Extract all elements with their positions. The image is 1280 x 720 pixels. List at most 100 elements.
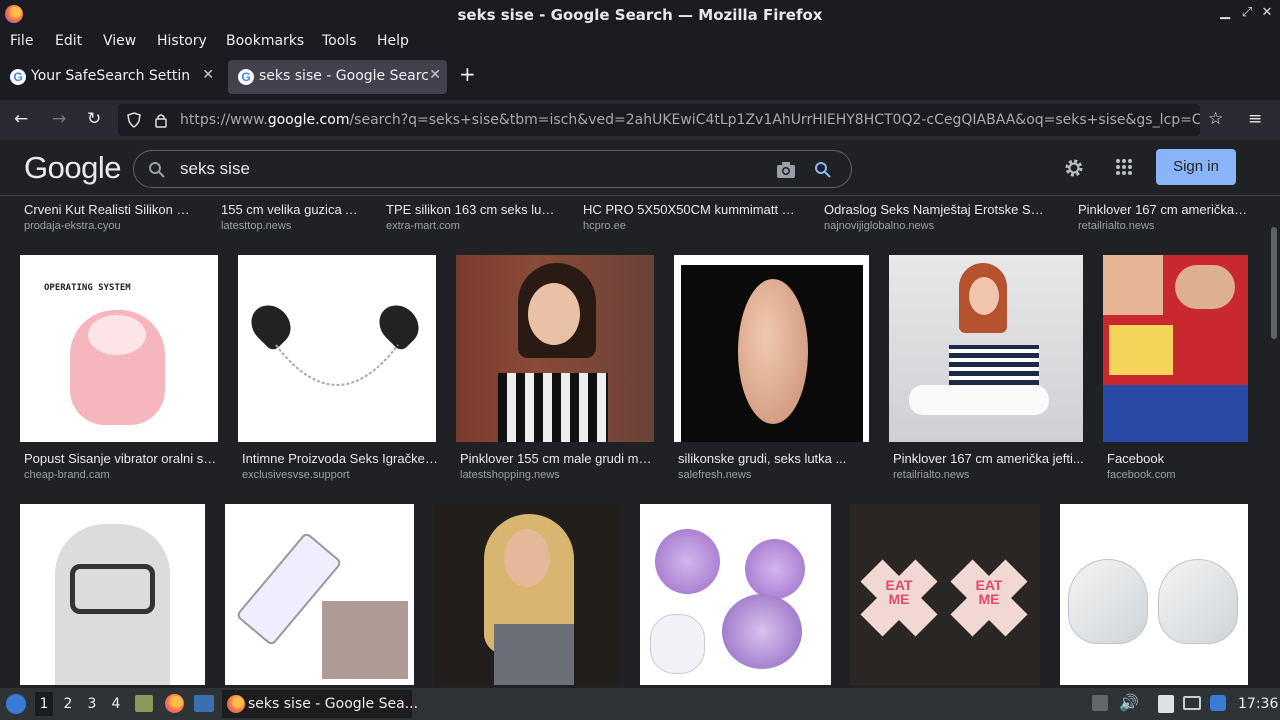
search-box[interactable] — [133, 150, 852, 188]
settings-gear-icon[interactable] — [1062, 156, 1086, 180]
cover-photo — [1175, 265, 1235, 309]
result-caption[interactable]: Crveni Kut Realisti Silikon Se... prodaja… — [24, 202, 194, 232]
result-image[interactable] — [889, 255, 1083, 442]
clock: 17:36 — [1238, 696, 1279, 712]
inset-photo — [320, 599, 410, 681]
taskbar-firefox-task[interactable]: seks sise - Google Sea... — [222, 690, 418, 718]
menu-edit[interactable]: Edit — [55, 33, 82, 49]
result-image[interactable] — [1103, 255, 1248, 442]
menu-history[interactable]: History — [157, 33, 207, 49]
photo-face — [504, 529, 550, 587]
apps-grid-icon[interactable] — [1115, 158, 1133, 176]
workspace-2[interactable]: 2 — [59, 696, 77, 712]
task-label: seks sise - Google Sea... — [248, 696, 419, 712]
close-window-icon[interactable]: ✕ — [1258, 5, 1276, 20]
maximize-icon[interactable]: ⤢ — [1238, 5, 1256, 20]
google-favicon-icon: G — [10, 69, 26, 85]
search-input[interactable] — [180, 157, 740, 181]
minimize-icon[interactable]: ▁ — [1216, 5, 1234, 20]
close-tab-icon[interactable]: ✕ — [202, 67, 214, 83]
photo-object — [738, 279, 808, 424]
menu-tools[interactable]: Tools — [322, 33, 357, 49]
photo-face — [969, 277, 999, 315]
file-manager-icon[interactable] — [135, 695, 153, 712]
menu-bookmarks[interactable]: Bookmarks — [226, 33, 304, 49]
volume-icon[interactable]: 🔊 — [1119, 693, 1139, 712]
display-icon[interactable] — [1183, 696, 1201, 710]
cup-shape — [655, 529, 720, 594]
navigation-bar: ← → ↻ https://www.google.com/search?q=se… — [0, 100, 1280, 140]
cover-strip — [1103, 385, 1248, 442]
result-caption[interactable]: Pinklover 155 cm male grudi mal... latest… — [460, 451, 656, 481]
result-caption[interactable]: HC PRO 5X50X50CM kummimatt sis... hcpro.e… — [583, 202, 798, 232]
result-caption[interactable]: Popust Sisanje vibrator oralni se... chea… — [24, 451, 220, 481]
result-image[interactable] — [674, 255, 869, 442]
result-caption[interactable]: Pinklover 167 cm američka jefti... retail… — [893, 451, 1085, 481]
result-image[interactable] — [434, 504, 620, 685]
result-image[interactable] — [640, 504, 831, 685]
image-label: EAT ME — [975, 577, 1003, 607]
camera-icon[interactable] — [776, 161, 796, 179]
device-face — [88, 315, 146, 355]
update-icon[interactable] — [1210, 695, 1226, 711]
menu-file[interactable]: File — [10, 33, 33, 49]
clipboard-icon[interactable] — [1158, 695, 1174, 713]
scrollbar-thumb[interactable] — [1271, 227, 1277, 339]
tab-bar: G Your SafeSearch Setting ✕ G seks sise … — [0, 54, 1280, 100]
reload-icon[interactable]: ↻ — [87, 109, 101, 129]
search-submit-icon[interactable] — [814, 161, 832, 179]
forward-icon[interactable]: → — [52, 109, 66, 129]
result-caption[interactable]: 155 cm velika guzica A... latesttop.news — [221, 202, 361, 232]
result-caption[interactable]: Facebook facebook.com — [1107, 451, 1250, 481]
menu-help[interactable]: Help — [377, 33, 409, 49]
bookmark-star-icon[interactable]: ☆ — [1208, 109, 1223, 129]
result-image[interactable] — [456, 255, 654, 442]
cover-box — [1109, 325, 1173, 375]
shield-icon[interactable] — [126, 112, 142, 128]
workspace-1[interactable]: 1 — [35, 692, 53, 716]
google-logo[interactable]: Google — [24, 150, 121, 186]
result-image[interactable] — [238, 255, 436, 442]
new-tab-icon[interactable]: + — [459, 62, 476, 86]
image-label: EAT ME — [885, 577, 913, 607]
workspace-3[interactable]: 3 — [83, 696, 101, 712]
image-label: OPERATING SYSTEM — [44, 283, 131, 293]
tab-safesearch[interactable]: G Your SafeSearch Setting ✕ — [0, 60, 220, 94]
photo-face — [528, 283, 580, 345]
result-image[interactable]: EAT ME EAT ME — [850, 504, 1040, 685]
page-scrollbar[interactable] — [1268, 197, 1280, 685]
tray-up-icon[interactable] — [1092, 695, 1108, 711]
result-caption[interactable]: silikonske grudi, seks lutka ... salefres… — [678, 451, 871, 481]
lock-icon[interactable] — [154, 112, 168, 128]
menu-view[interactable]: View — [103, 33, 136, 49]
cup-shape — [1158, 559, 1238, 644]
remote-shape — [650, 614, 705, 674]
photo-outfit — [494, 624, 574, 685]
result-caption[interactable]: Odraslog Seks Namještaj Erotske Sex ... n… — [824, 202, 1049, 232]
hamburger-menu-icon[interactable]: ≡ — [1248, 109, 1262, 129]
google-favicon-icon: G — [238, 69, 254, 85]
tab-label: seks sise - Google Search — [259, 68, 429, 84]
sign-in-button[interactable]: Sign in — [1156, 149, 1236, 185]
result-caption[interactable]: Pinklover 167 cm američka j... retailrial… — [1078, 202, 1248, 232]
system-taskbar: 1 2 3 4 seks sise - Google Sea... 🔊 17:3… — [0, 688, 1280, 720]
start-menu-icon[interactable] — [6, 694, 26, 714]
cup-shape — [745, 539, 805, 599]
result-image[interactable] — [1060, 504, 1248, 685]
image-results: Crveni Kut Realisti Silikon Se... prodaja… — [0, 197, 1268, 685]
url-text[interactable]: https://www.google.com/search?q=seks+sis… — [180, 112, 1200, 128]
firefox-launcher-icon[interactable] — [165, 694, 184, 713]
result-caption[interactable]: TPE silikon 163 cm seks lutk... extra-mar… — [386, 202, 556, 232]
workspace-4[interactable]: 4 — [107, 696, 125, 712]
result-image[interactable] — [20, 504, 205, 685]
back-icon[interactable]: ← — [14, 109, 28, 129]
url-bar[interactable]: https://www.google.com/search?q=seks+sis… — [118, 104, 1200, 136]
terminal-icon[interactable] — [194, 695, 214, 712]
result-caption[interactable]: Intimne Proizvoda Seks Igračke ... exclus… — [242, 451, 438, 481]
photo-outfit — [949, 345, 1039, 385]
result-image[interactable] — [225, 504, 414, 685]
google-header: Google Sign in — [0, 140, 1280, 196]
result-image[interactable]: OPERATING SYSTEM — [20, 255, 218, 442]
tab-search[interactable]: G seks sise - Google Search ✕ — [228, 60, 447, 94]
close-tab-icon[interactable]: ✕ — [429, 67, 441, 83]
